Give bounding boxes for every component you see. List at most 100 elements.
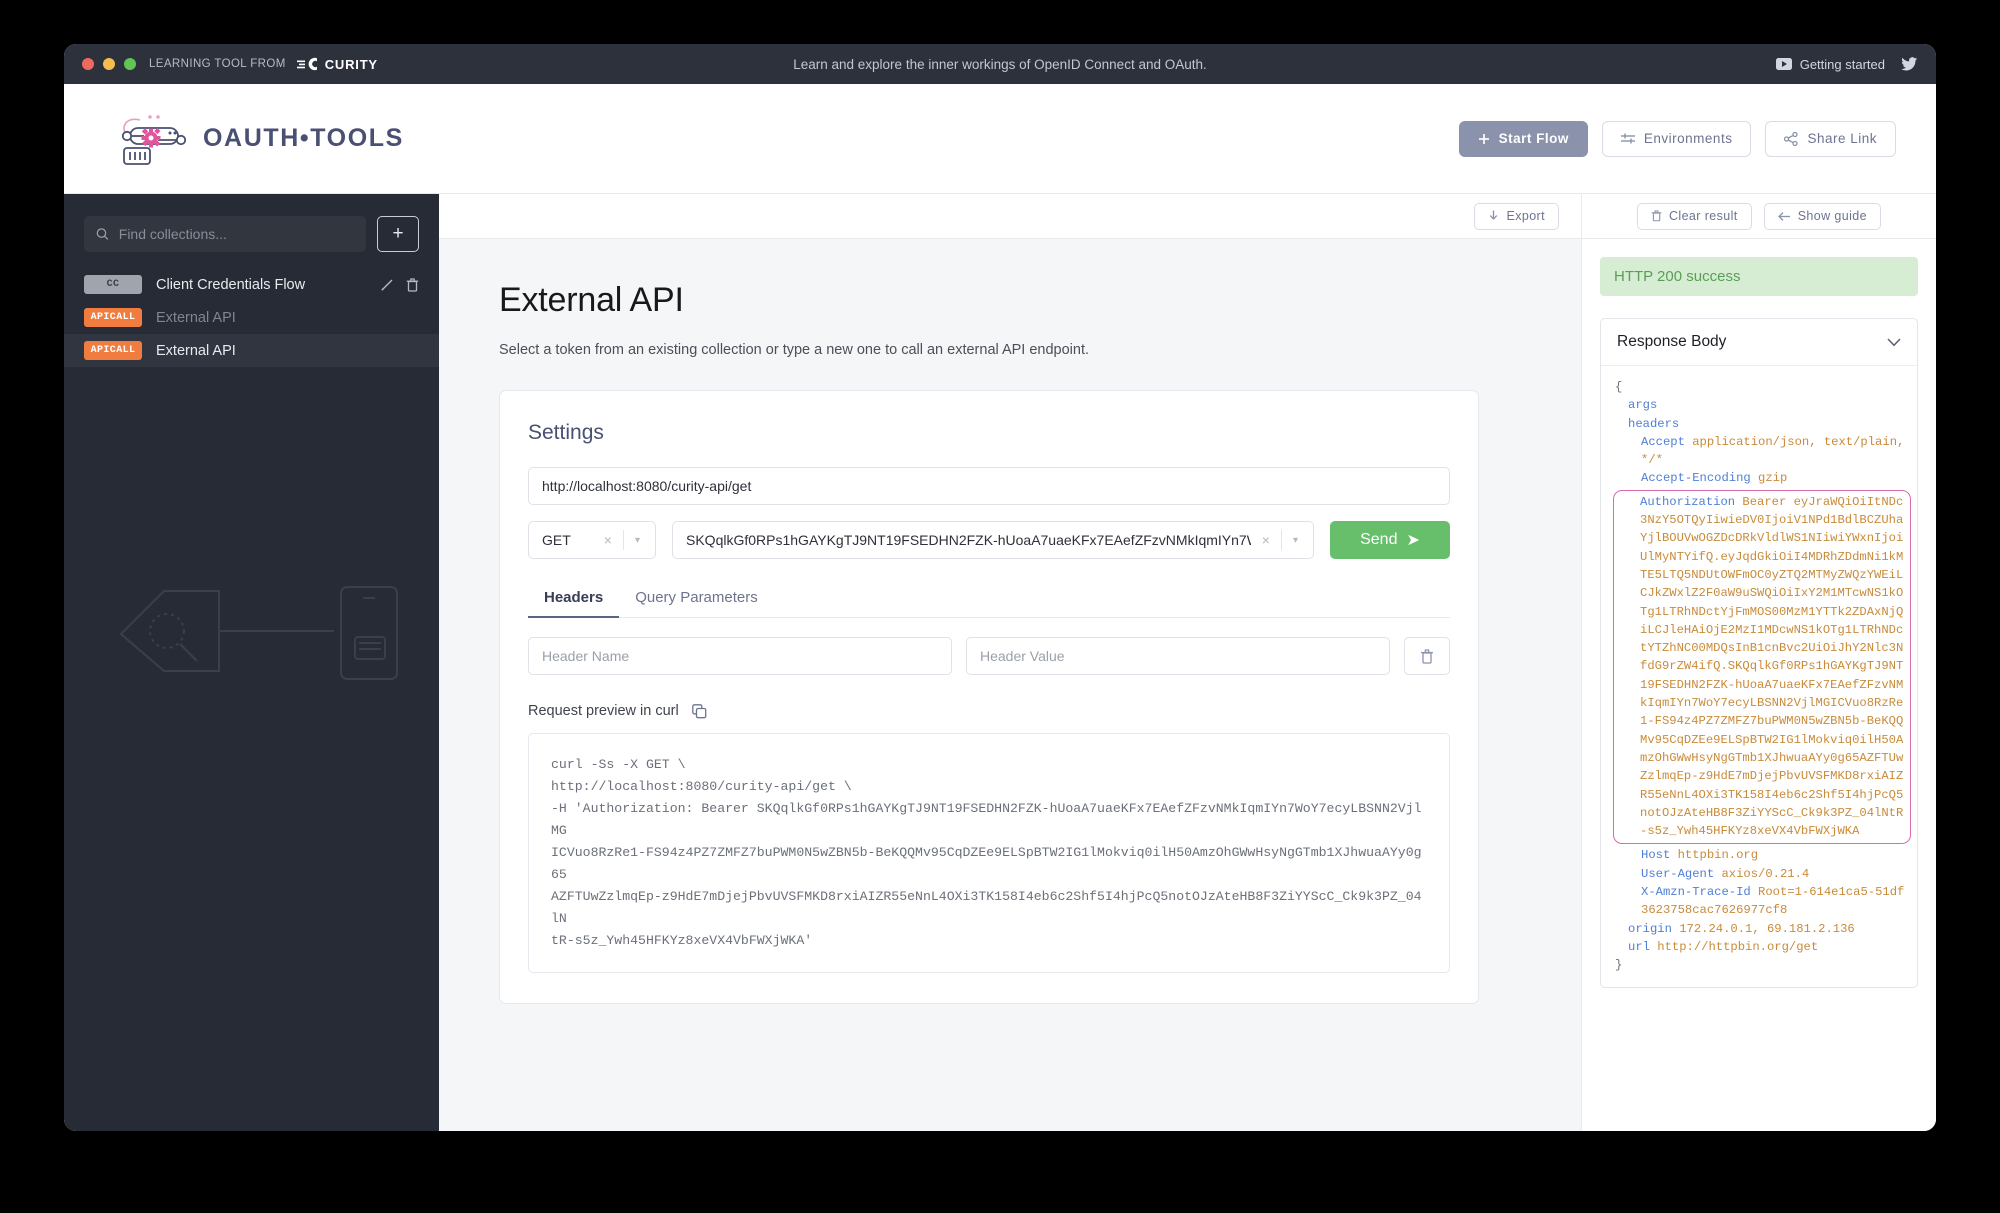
search-box[interactable] xyxy=(84,216,366,252)
json-value: 172.24.0.1, 69.181.2.136 xyxy=(1679,921,1855,936)
getting-started-label: Getting started xyxy=(1799,56,1885,72)
main-content: External API Select a token from an exis… xyxy=(439,281,1539,1004)
json-row-headers: headers xyxy=(1615,415,1911,433)
method-row: GET × ▾ SKQqlkGf0RPs1hGAYKgTJ9NT19FSEDHN… xyxy=(528,521,1450,559)
json-row-authorization-highlighted: Authorization Bearer eyJraWQiOiItNDc3NzY… xyxy=(1613,489,1911,845)
share-link-button[interactable]: Share Link xyxy=(1765,120,1896,157)
token-value: SKQqlkGf0RPs1hGAYKgTJ9NT19FSEDHN2FZK-hUo… xyxy=(686,532,1251,548)
collection-badge: APICALL xyxy=(84,308,142,327)
titlebar-right-actions: Getting started xyxy=(1775,56,1918,72)
tab-query-parameters[interactable]: Query Parameters xyxy=(619,589,774,617)
json-key: X-Amzn-Trace-Id xyxy=(1641,885,1751,900)
json-row-args: args xyxy=(1615,396,1911,414)
page-subtitle: Select a token from an existing collecti… xyxy=(499,342,1090,358)
environments-label: Environments xyxy=(1643,131,1733,146)
settings-card-title: Settings xyxy=(528,421,604,444)
json-row-trace-id: X-Amzn-Trace-Id Root=1-614e1ca5-51df3623… xyxy=(1615,883,1911,920)
collection-item-external-api-1[interactable]: APICALL External API xyxy=(64,301,439,334)
settings-tabs: Headers Query Parameters xyxy=(528,589,1450,618)
collection-actions xyxy=(380,277,419,292)
search-input[interactable] xyxy=(118,226,354,242)
json-key: url xyxy=(1628,939,1650,954)
json-close-brace: } xyxy=(1615,958,1623,973)
show-guide-label: Show guide xyxy=(1797,209,1868,223)
add-collection-button[interactable]: + xyxy=(377,216,419,252)
response-body-card: Response Body { args headers Accept appl… xyxy=(1600,318,1918,988)
chevron-down-icon[interactable]: ▾ xyxy=(630,535,645,546)
response-body-title: Response Body xyxy=(1617,333,1727,350)
url-input[interactable] xyxy=(528,467,1450,505)
chevron-down-icon[interactable]: ▾ xyxy=(1288,535,1303,546)
json-key: Authorization xyxy=(1640,494,1736,509)
result-topbar: Clear result Show guide xyxy=(1582,194,1936,239)
send-label: Send xyxy=(1360,531,1398,548)
clear-method-icon[interactable]: × xyxy=(599,532,617,548)
collection-item-external-api-2[interactable]: APICALL External API xyxy=(64,334,439,367)
sidebar: + CC Client Credentials Flow xyxy=(64,194,439,1131)
status-badge: HTTP 200 success xyxy=(1600,257,1918,296)
curl-preview-header: Request preview in curl xyxy=(528,703,1450,719)
environments-button[interactable]: Environments xyxy=(1601,120,1752,157)
json-open-brace: { xyxy=(1615,380,1623,394)
curl-preview-label: Request preview in curl xyxy=(528,703,679,719)
token-select[interactable]: SKQqlkGf0RPs1hGAYKgTJ9NT19FSEDHN2FZK-hUo… xyxy=(672,521,1314,559)
header-value-input[interactable] xyxy=(966,637,1390,675)
collection-badge: CC xyxy=(84,275,142,294)
titlebar: LEARNING TOOL FROM CURITY Learn and expl… xyxy=(64,44,1936,84)
collection-label: External API xyxy=(156,309,236,326)
json-key: Accept xyxy=(1641,434,1685,449)
export-button[interactable]: Export xyxy=(1474,202,1559,230)
app-window: LEARNING TOOL FROM CURITY Learn and expl… xyxy=(64,44,1936,1131)
share-icon xyxy=(1784,131,1799,146)
start-flow-button[interactable]: Start Flow xyxy=(1458,120,1588,157)
main-topbar: Export xyxy=(439,194,1581,239)
curity-logo: CURITY xyxy=(296,57,378,72)
collection-item-client-credentials-flow[interactable]: CC Client Credentials Flow xyxy=(64,268,439,301)
json-value: httpbin.org xyxy=(1677,848,1759,863)
app-header: OAUTH•TOOLS Start Flow Environments Shar… xyxy=(64,84,1936,194)
edit-pencil-icon[interactable] xyxy=(380,278,394,292)
oauth-tools-logo[interactable]: OAUTH•TOOLS xyxy=(114,110,404,168)
download-arrow-icon xyxy=(1490,210,1498,220)
json-value: axios/0.21.4 xyxy=(1721,866,1810,881)
response-body-header[interactable]: Response Body xyxy=(1601,319,1917,366)
collection-label: Client Credentials Flow xyxy=(156,276,306,293)
copy-icon[interactable] xyxy=(691,703,707,719)
json-row-host: Host httpbin.org xyxy=(1615,846,1911,864)
export-label: Export xyxy=(1506,209,1545,223)
delete-header-button[interactable] xyxy=(1404,637,1450,675)
header-actions: Start Flow Environments Share Link xyxy=(1458,120,1896,157)
arrow-left-icon xyxy=(1777,211,1790,221)
tab-headers[interactable]: Headers xyxy=(528,589,620,618)
delete-trash-icon[interactable] xyxy=(406,277,419,292)
result-body: HTTP 200 success Response Body { args he… xyxy=(1582,239,1936,1131)
http-method-select[interactable]: GET × ▾ xyxy=(528,521,656,559)
json-row-user-agent: User-Agent axios/0.21.4 xyxy=(1615,865,1911,883)
minimize-window-button[interactable] xyxy=(103,58,115,70)
curl-command-text: curl -Ss -X GET \ http://localhost:8080/… xyxy=(551,757,1422,948)
main-scroll-area: External API Select a token from an exis… xyxy=(439,239,1581,1131)
collection-label: External API xyxy=(156,342,236,359)
curity-mark-icon xyxy=(296,57,317,71)
getting-started-link[interactable]: Getting started xyxy=(1775,56,1885,72)
clear-result-button[interactable]: Clear result xyxy=(1636,202,1752,230)
close-window-button[interactable] xyxy=(82,58,94,70)
show-guide-button[interactable]: Show guide xyxy=(1763,202,1882,230)
oauth-tools-wordmark: OAUTH•TOOLS xyxy=(203,124,404,152)
send-button[interactable]: Send ➤ xyxy=(1330,521,1450,559)
sidebar-decorative-illustration xyxy=(119,586,398,680)
search-icon xyxy=(96,228,109,240)
chevron-down-icon[interactable] xyxy=(1887,337,1901,347)
app-body: + CC Client Credentials Flow xyxy=(64,194,1936,1131)
twitter-icon[interactable] xyxy=(1901,57,1918,71)
start-flow-label: Start Flow xyxy=(1498,131,1569,146)
json-row-accept: Accept application/json, text/plain, */* xyxy=(1615,433,1911,470)
header-name-input[interactable] xyxy=(528,637,952,675)
json-key: args xyxy=(1628,398,1658,413)
maximize-window-button[interactable] xyxy=(124,58,136,70)
window-traffic-lights xyxy=(82,58,136,70)
clear-token-icon[interactable]: × xyxy=(1257,532,1275,548)
divider xyxy=(1280,530,1282,550)
json-key: User-Agent xyxy=(1641,866,1715,881)
json-key: headers xyxy=(1628,416,1680,431)
